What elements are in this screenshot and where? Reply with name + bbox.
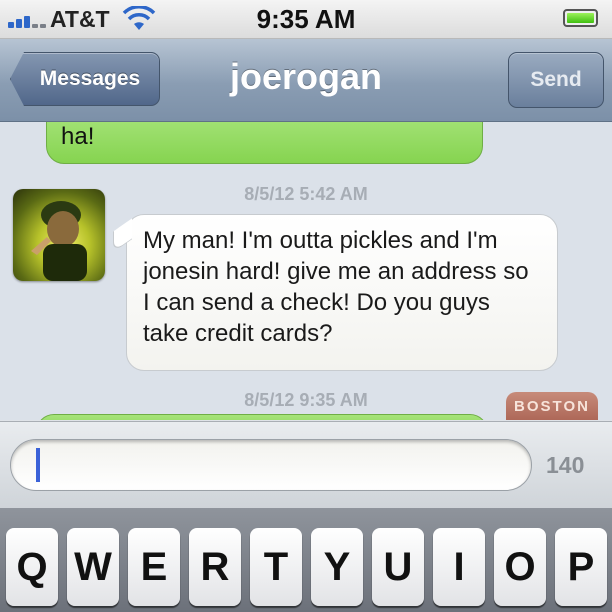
avatar[interactable] [13, 189, 105, 281]
message-text: ha! [61, 123, 95, 150]
key-i[interactable]: I [433, 528, 485, 606]
text-cursor [36, 448, 40, 482]
key-e[interactable]: E [128, 528, 180, 606]
key-r[interactable]: R [189, 528, 241, 606]
received-message-bubble[interactable]: My man! I'm outta pickles and I'm jonesi… [126, 214, 558, 371]
send-button[interactable]: Send [508, 52, 604, 108]
message-input[interactable] [10, 439, 532, 491]
key-t[interactable]: T [250, 528, 302, 606]
compose-bar: 140 [0, 421, 612, 509]
key-w[interactable]: W [67, 528, 119, 606]
sent-message-bubble[interactable] [36, 414, 488, 420]
status-time: 9:35 AM [256, 4, 356, 34]
message-list[interactable]: ha! 8/5/12 5:42 AM My man! I'm outta pic… [0, 122, 612, 420]
message-text: My man! I'm outta pickles and I'm jonesi… [143, 227, 529, 347]
avatar-badge-text: BOSTON [514, 398, 590, 415]
keyboard: Q W E R T Y U I O P [0, 508, 612, 612]
key-q[interactable]: Q [6, 528, 58, 606]
key-o[interactable]: O [494, 528, 546, 606]
status-bar: AT&T 9:35 AM [0, 0, 612, 39]
character-counter: 140 [546, 452, 585, 478]
key-p[interactable]: P [555, 528, 607, 606]
key-u[interactable]: U [372, 528, 424, 606]
sent-message-bubble[interactable]: ha! [46, 122, 483, 164]
navigation-bar: Messages joerogan Send [0, 39, 612, 122]
battery-icon [563, 9, 598, 27]
avatar-photo-icon [31, 201, 87, 281]
key-y[interactable]: Y [311, 528, 363, 606]
avatar-self[interactable]: BOSTON [506, 392, 598, 420]
